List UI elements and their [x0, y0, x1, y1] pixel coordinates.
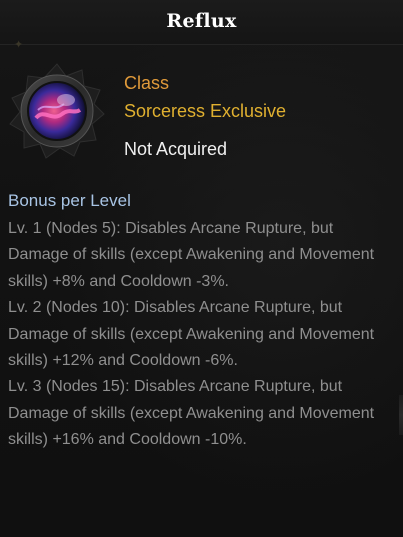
engraving-tooltip: Reflux ✦ Class Sorceress Exclusive Not A… [0, 0, 403, 537]
level-effect-1: Lv. 1 (Nodes 5): Disables Arcane Rupture… [8, 220, 375, 290]
level-effect-2: Lv. 2 (Nodes 10): Disables Arcane Ruptur… [8, 299, 375, 370]
tooltip-title: Reflux [166, 10, 237, 32]
tooltip-header: Reflux [0, 0, 403, 45]
level-effects-list: Lv. 1 (Nodes 5): Disables Arcane Rupture… [8, 216, 396, 454]
scroll-edge [399, 395, 403, 435]
class-label: Class [124, 73, 170, 93]
level-effect-3: Lv. 3 (Nodes 15): Disables Arcane Ruptur… [8, 378, 375, 449]
acquisition-status: Not Acquired [124, 139, 228, 159]
corner-ornament-icon: ✦ [14, 39, 24, 51]
engraving-reflux-icon [8, 62, 106, 160]
bonus-heading: Bonus per Level [8, 191, 131, 210]
class-exclusivity: Sorceress Exclusive [124, 101, 287, 121]
